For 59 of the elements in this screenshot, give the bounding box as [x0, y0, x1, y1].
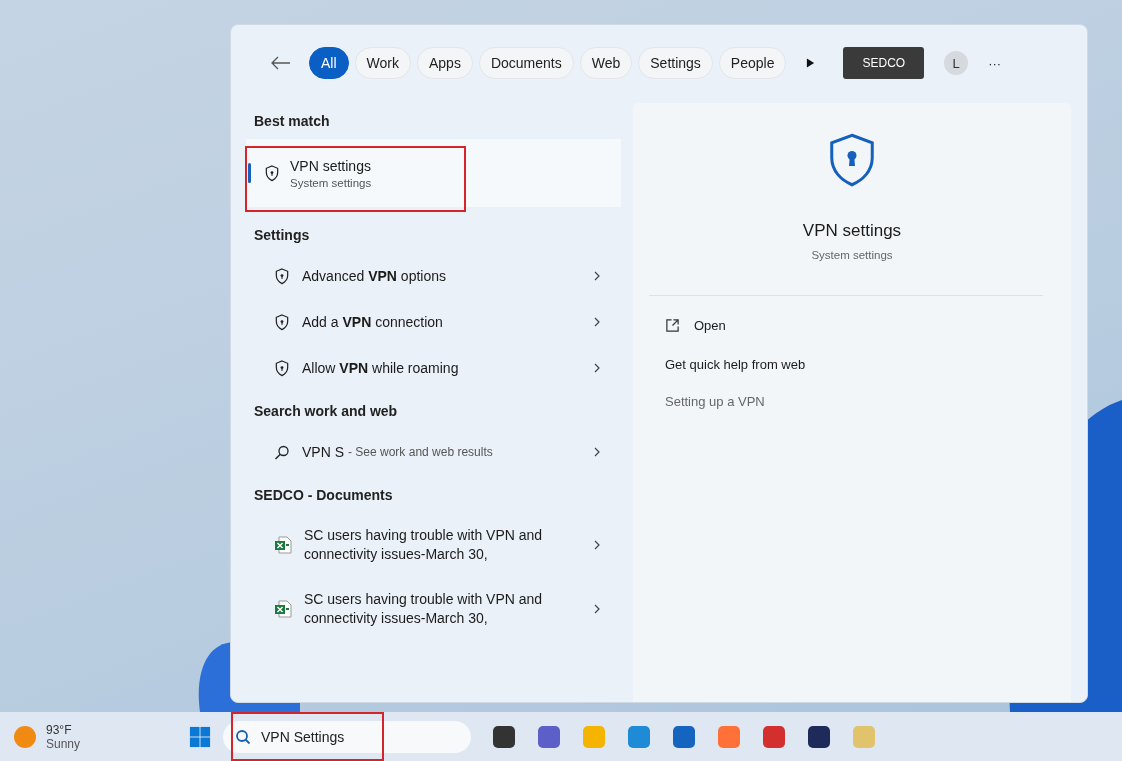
- section-heading: SEDCO - Documents: [253, 486, 394, 505]
- external-link-icon: [665, 318, 680, 333]
- filter-tab[interactable]: Settings: [638, 47, 713, 79]
- section-heading: Search work and web: [253, 402, 399, 421]
- chevron-right-icon: [593, 603, 601, 615]
- section-heading: Settings: [253, 226, 311, 245]
- chevron-right-icon: [593, 362, 601, 374]
- shield-lock-icon: [828, 133, 876, 187]
- web-results-hint: - See work and web results: [348, 445, 494, 459]
- shield-icon: [274, 313, 290, 331]
- settings-result[interactable]: Advanced VPN options: [246, 253, 621, 299]
- query-text: VPN S: [302, 444, 344, 460]
- shield-icon: [274, 267, 290, 285]
- filter-tab[interactable]: Web: [579, 47, 633, 79]
- taskbar-search-field[interactable]: VPN Settings: [223, 720, 471, 753]
- document-title: SC users having trouble with VPN and connectivity issues-March 30,: [304, 590, 544, 628]
- account-avatar[interactable]: L: [944, 51, 969, 75]
- weather-condition: Sunny: [46, 736, 81, 751]
- best-match-item[interactable]: VPN settings System settings: [246, 139, 621, 207]
- sun-icon: [14, 725, 36, 748]
- more-button[interactable]: ···: [982, 54, 1008, 72]
- chevron-right-icon: [593, 446, 601, 458]
- preview-subtitle: System settings: [811, 249, 893, 261]
- result-label: Add a VPN connection: [302, 314, 444, 330]
- document-title: SC users having trouble with VPN and connectivity issues-March 30,: [304, 526, 544, 564]
- settings-result[interactable]: Add a VPN connection: [246, 299, 621, 345]
- open-label: Open: [694, 318, 726, 333]
- result-label: Advanced VPN options: [302, 268, 447, 284]
- shield-icon: [274, 359, 290, 377]
- play-icon[interactable]: [806, 57, 816, 69]
- section-heading: Best match: [253, 112, 331, 131]
- help-heading: Get quick help from web: [665, 357, 806, 372]
- document-result[interactable]: SC users having trouble with VPN and connectivity issues-March 30,: [246, 577, 621, 641]
- preview-title: VPN settings: [802, 221, 902, 241]
- back-arrow-icon[interactable]: [271, 56, 291, 70]
- spreadsheet-file-icon: [274, 600, 292, 618]
- filter-tab[interactable]: People: [718, 47, 787, 79]
- settings-result[interactable]: Allow VPN while roaming: [246, 345, 621, 391]
- shield-icon: [264, 164, 280, 182]
- web-result[interactable]: VPN S - See work and web results: [246, 429, 621, 475]
- document-result[interactable]: SC users having trouble with VPN and connectivity issues-March 30,: [246, 513, 621, 577]
- filter-tab[interactable]: Documents: [478, 47, 574, 79]
- chevron-right-icon: [593, 539, 601, 551]
- open-action[interactable]: Open: [665, 318, 726, 333]
- result-subtitle: System settings: [290, 176, 372, 189]
- result-label: Allow VPN while roaming: [302, 360, 460, 376]
- chevron-right-icon: [593, 316, 601, 328]
- search-icon: [274, 443, 290, 461]
- filter-tab[interactable]: All: [309, 47, 349, 79]
- search-icon: [235, 728, 251, 745]
- chevron-right-icon: [593, 270, 601, 282]
- organization-button[interactable]: SEDCO: [843, 47, 925, 79]
- result-title: VPN settings: [290, 157, 372, 174]
- help-link[interactable]: Setting up a VPN: [665, 394, 765, 409]
- spreadsheet-file-icon: [274, 536, 292, 554]
- start-icon[interactable]: [189, 725, 211, 748]
- temperature-text: 93°F: [46, 722, 73, 737]
- filter-tab[interactable]: Apps: [417, 47, 473, 79]
- filter-tab[interactable]: Work: [354, 47, 411, 79]
